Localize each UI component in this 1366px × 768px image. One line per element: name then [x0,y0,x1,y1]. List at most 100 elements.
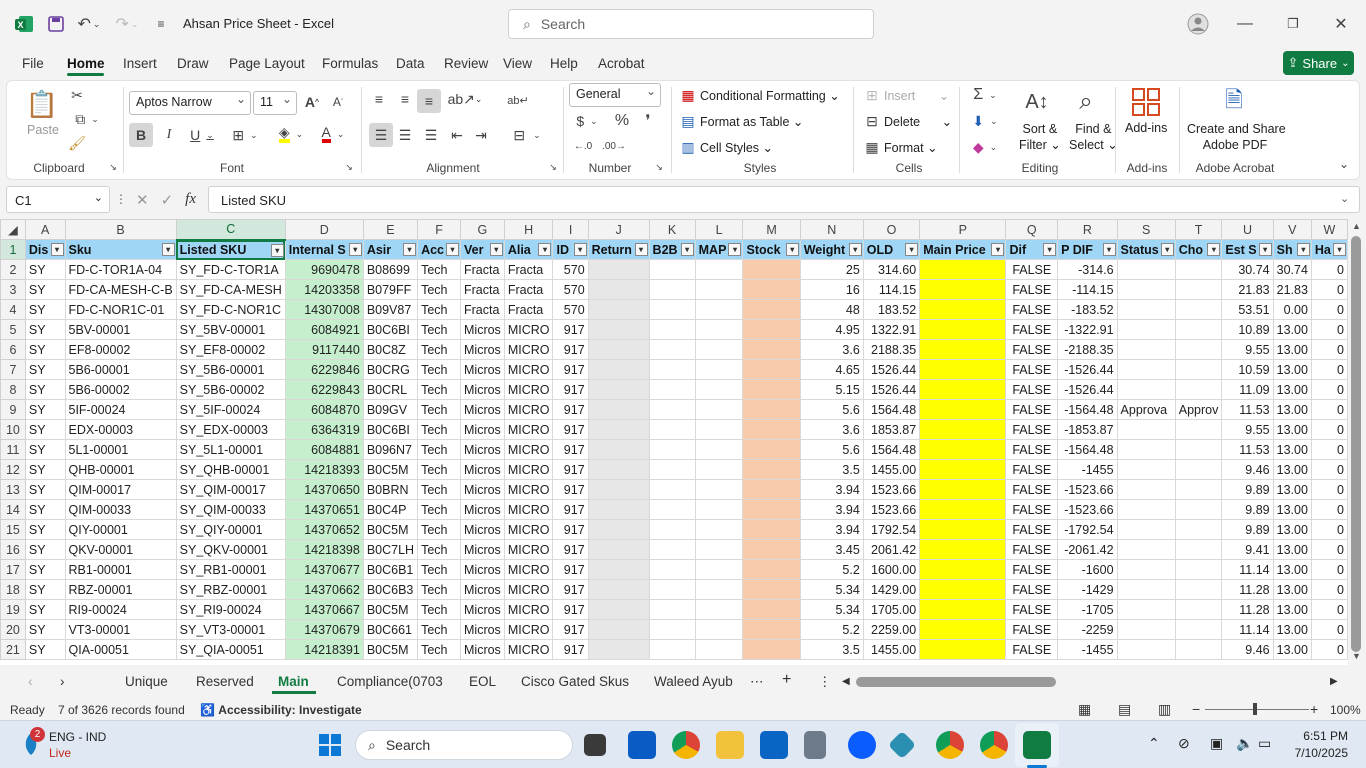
cell[interactable] [919,559,1007,580]
cell[interactable]: 13.00 [1272,499,1312,520]
cell[interactable]: 5L1-00001 [64,439,177,460]
cell[interactable] [648,579,696,600]
header-cell[interactable]: Status ▾ [1116,239,1176,260]
share-button[interactable]: ⇪ Share ⌄ [1283,51,1354,75]
cell[interactable]: 5.2 [799,559,864,580]
cell[interactable]: -1526.44 [1057,359,1118,380]
cell[interactable]: MICRO [503,619,554,640]
cell[interactable]: 3.6 [799,339,864,360]
cell[interactable]: 1455.00 [862,639,921,660]
cell[interactable] [1116,299,1176,320]
cell[interactable]: Tech [417,399,461,420]
cell[interactable]: 14370652 [284,519,364,540]
cell[interactable] [587,559,650,580]
header-cell[interactable]: Return ▾ [587,239,650,260]
cell[interactable]: FD-C-NOR1C-01 [64,299,177,320]
clock-time[interactable]: 6:51 PM [1298,729,1348,743]
page-break-view-icon[interactable]: ▥ [1158,701,1171,718]
cell[interactable]: 4.95 [799,319,864,340]
cell[interactable]: SY [24,359,66,380]
column-header[interactable]: B [64,219,177,240]
row-header[interactable]: 5 [0,319,26,340]
cell[interactable]: 3.94 [799,479,864,500]
comma-style-icon[interactable]: ❜ [639,111,657,131]
sheet-tab[interactable]: Reserved [196,674,254,689]
cell[interactable]: MICRO [503,479,554,500]
cell[interactable]: Tech [417,499,461,520]
cell[interactable] [587,259,650,280]
cell[interactable] [587,619,650,640]
cell[interactable] [694,479,744,500]
column-header[interactable]: D [284,219,364,240]
column-header[interactable]: H [503,219,554,240]
cell[interactable]: SY_5IF-00024 [175,399,286,420]
cell[interactable]: 1705.00 [862,599,921,620]
increase-decimal-icon[interactable]: ←.0 [571,137,595,155]
filter-dropdown-icon[interactable]: ▾ [1258,243,1272,256]
cell[interactable]: SY_FD-CA-MESH [175,279,286,300]
filter-dropdown-icon[interactable]: ▾ [403,243,417,256]
cell[interactable]: Micros [460,439,505,460]
cell[interactable]: 0 [1310,379,1348,400]
cell[interactable]: 570 [552,259,589,280]
cell[interactable]: 0 [1310,619,1348,640]
cell[interactable]: 0 [1310,559,1348,580]
zoom-slider[interactable] [1205,709,1309,710]
cell[interactable] [587,339,650,360]
underline-button[interactable]: U ⌄ [185,123,219,147]
filter-dropdown-icon[interactable]: ▾ [1160,243,1174,256]
cell[interactable]: 13.00 [1272,439,1312,460]
cell[interactable]: 30.74 [1272,259,1312,280]
column-header[interactable]: S [1116,219,1176,240]
row-header[interactable]: 10 [0,419,26,440]
cell[interactable]: B0C661 [362,619,419,640]
clear-icon[interactable]: ◆ ⌄ [969,137,1001,157]
cell[interactable] [742,359,801,380]
cell[interactable]: 11.53 [1221,439,1274,460]
cell[interactable]: Tech [417,299,461,320]
cell[interactable] [742,259,801,280]
sheet-options-icon[interactable]: ⋮ [818,674,832,690]
app-icon[interactable] [887,730,917,760]
sort-filter-icon[interactable]: A↕ [1019,85,1055,119]
cell[interactable]: 14218398 [284,539,364,560]
cell[interactable]: B0C7LH [362,539,419,560]
cell[interactable]: QIM-00033 [64,499,177,520]
header-cell[interactable]: Stock ▾ [742,239,801,260]
cell[interactable] [587,459,650,480]
cell[interactable]: -1526.44 [1057,379,1118,400]
cell[interactable]: SY_QIY-00001 [175,519,286,540]
collapse-ribbon-icon[interactable]: ⌄ [1337,157,1351,171]
cell[interactable] [694,259,744,280]
cell[interactable] [587,639,650,660]
chevron-up-icon[interactable]: ⌃ [1148,735,1160,752]
cell[interactable] [1116,539,1176,560]
horizontal-scroll-thumb[interactable] [856,677,1056,687]
cell[interactable]: -1322.91 [1057,319,1118,340]
sheet-tab[interactable]: Compliance(0703 [337,674,443,689]
cell[interactable]: 3.5 [799,639,864,660]
tab-insert[interactable]: Insert [123,56,157,71]
cell[interactable]: SY_QHB-00001 [175,459,286,480]
cell[interactable]: SY_RI9-00024 [175,599,286,620]
cell[interactable] [648,259,696,280]
cell[interactable] [648,279,696,300]
column-header[interactable]: V [1272,219,1312,240]
header-cell[interactable]: Est S ▾ [1221,239,1274,260]
cell[interactable] [587,419,650,440]
cell[interactable] [919,459,1007,480]
cell[interactable]: FALSE [1005,499,1059,520]
row-header[interactable]: 14 [0,499,26,520]
column-header[interactable]: O [862,219,921,240]
cell[interactable]: 0 [1310,419,1348,440]
cell[interactable]: 917 [552,399,589,420]
column-header[interactable]: P [919,219,1007,240]
cell[interactable] [648,639,696,660]
redo-icon[interactable]: ↷ ⌄ [112,12,142,36]
tab-file[interactable]: File [22,56,44,71]
decrease-indent-icon[interactable]: ⇤ [447,123,467,147]
cell[interactable]: 10.59 [1221,359,1274,380]
cell[interactable] [1174,599,1223,620]
header-cell[interactable]: B2B ▾ [648,239,696,260]
row-header[interactable]: 15 [0,519,26,540]
